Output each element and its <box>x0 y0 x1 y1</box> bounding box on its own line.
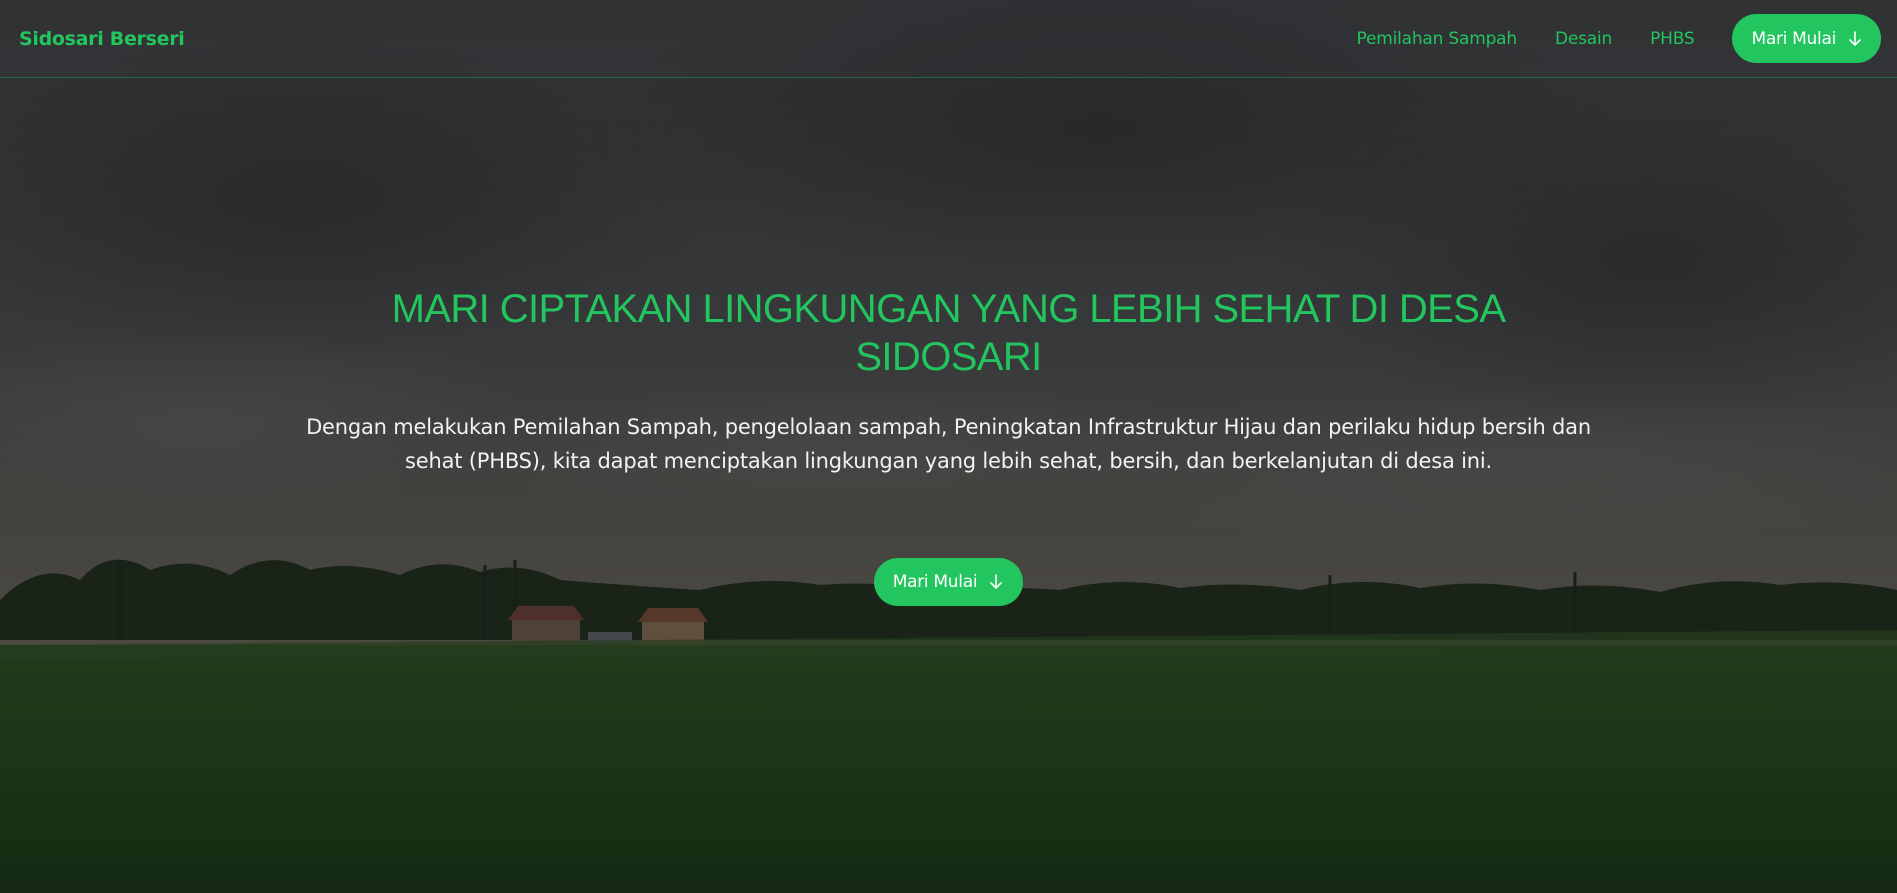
nav-mari-mulai-label: Mari Mulai <box>1751 28 1836 49</box>
nav-mari-mulai-button[interactable]: Mari Mulai <box>1732 14 1881 63</box>
hero-section: MARI CIPTAKAN LINGKUNGAN YANG LEBIH SEHA… <box>0 285 1897 606</box>
hero-title: MARI CIPTAKAN LINGKUNGAN YANG LEBIH SEHA… <box>391 287 1506 379</box>
navbar: Sidosari Berseri Pemilahan Sampah Desain… <box>0 0 1897 78</box>
arrow-down-icon <box>989 574 1003 590</box>
page: Sidosari Berseri Pemilahan Sampah Desain… <box>0 0 1897 893</box>
nav-link-pemilahan-sampah[interactable]: Pemilahan Sampah <box>1357 29 1518 49</box>
hero-mari-mulai-button[interactable]: Mari Mulai <box>873 558 1024 606</box>
nav-links: Pemilahan Sampah Desain PHBS Mari Mulai <box>1357 14 1881 63</box>
arrow-down-icon <box>1848 30 1862 47</box>
nav-link-desain[interactable]: Desain <box>1555 29 1612 49</box>
brand-logo-link[interactable]: Sidosari Berseri <box>19 28 185 50</box>
hero-mari-mulai-label: Mari Mulai <box>892 572 978 592</box>
nav-link-phbs[interactable]: PHBS <box>1650 29 1695 49</box>
hero-description: Dengan melakukan Pemilahan Sampah, penge… <box>306 415 1591 473</box>
